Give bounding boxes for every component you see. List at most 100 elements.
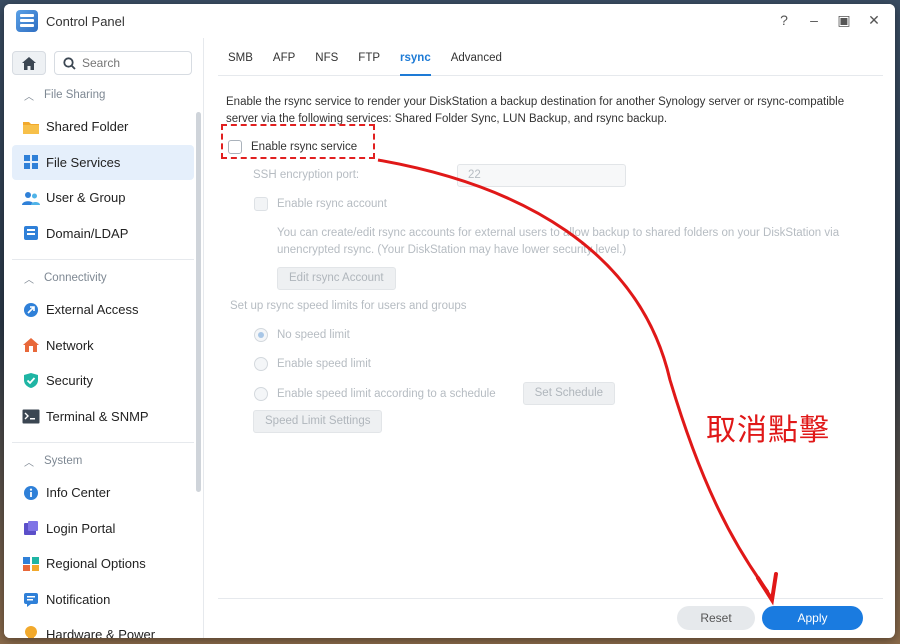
sidebar-item-label: Regional Options xyxy=(46,556,146,572)
close-icon[interactable]: ✕ xyxy=(867,12,881,28)
sidebar-item-label: External Access xyxy=(46,302,139,318)
group-connectivity[interactable]: ︿ Connectivity xyxy=(12,264,194,292)
sidebar-item-label: Domain/LDAP xyxy=(46,225,129,241)
chevron-up-icon: ︿ xyxy=(24,91,34,103)
set-schedule-button[interactable]: Set Schedule xyxy=(522,382,616,405)
sidebar-item-domain-ldap[interactable]: Domain/LDAP xyxy=(12,216,194,252)
shield-icon xyxy=(22,372,40,390)
apply-button[interactable]: Apply xyxy=(762,606,863,630)
schedule-speed-limit-label: Enable speed limit according to a schedu… xyxy=(277,387,496,400)
sidebar-item-user-group[interactable]: User & Group xyxy=(12,180,194,216)
sidebar-item-label: Network xyxy=(46,337,94,353)
sidebar-scrollbar[interactable] xyxy=(196,112,201,492)
sidebar-item-network[interactable]: Network xyxy=(12,328,194,364)
main-panel: SMB AFP NFS FTP rsync Advanced Enable th… xyxy=(218,38,883,598)
schedule-speed-limit-radio[interactable] xyxy=(254,386,268,401)
account-note: You can create/edit rsync accounts for e… xyxy=(277,227,840,256)
sidebar-item-terminal-snmp[interactable]: Terminal & SNMP xyxy=(12,399,194,435)
sidebar-item-external-access[interactable]: External Access xyxy=(12,292,194,328)
sidebar-item-notification[interactable]: Notification xyxy=(12,582,194,618)
speed-limit-settings-button[interactable]: Speed Limit Settings xyxy=(253,410,383,433)
sidebar-item-label: User & Group xyxy=(46,190,126,206)
group-label: System xyxy=(44,455,83,467)
group-system[interactable]: ︿ System xyxy=(12,447,194,475)
login-portal-icon xyxy=(22,519,40,537)
sidebar-item-label: Shared Folder xyxy=(46,119,129,135)
sidebar-item-label: Info Center xyxy=(46,485,111,501)
sidebar-item-security[interactable]: Security xyxy=(12,363,194,399)
sidebar-item-label: Hardware & Power xyxy=(46,627,156,638)
sidebar-item-hardware-power[interactable]: Hardware & Power xyxy=(12,617,194,638)
lightbulb-icon xyxy=(22,626,40,638)
chevron-up-icon: ︿ xyxy=(24,457,34,469)
enable-account-row[interactable]: Enable rsync account xyxy=(254,197,387,211)
tab-bar: SMB AFP NFS FTP rsync Advanced xyxy=(218,38,883,76)
tab-afp[interactable]: AFP xyxy=(263,38,305,76)
reset-button[interactable]: Reset xyxy=(677,606,755,630)
edit-account-row: Edit rsync Account xyxy=(277,267,396,290)
sidebar-nav: ︿ File Sharing Shared Folder File Service… xyxy=(12,81,194,638)
annotation-text: 取消點擊 xyxy=(706,413,830,448)
folder-icon xyxy=(22,118,40,136)
notification-icon xyxy=(22,590,40,608)
group-label: Connectivity xyxy=(44,272,107,284)
rsync-description: Enable the rsync service to render your … xyxy=(226,96,845,125)
footer: Reset Apply xyxy=(218,598,883,638)
no-speed-limit-radio[interactable] xyxy=(254,328,268,342)
divider xyxy=(12,259,194,260)
terminal-icon xyxy=(22,407,40,425)
ssh-port-input[interactable]: 22 xyxy=(457,164,626,187)
file-services-icon xyxy=(22,153,40,171)
chevron-up-icon: ︿ xyxy=(24,274,34,286)
sidebar: ︿ File Sharing Shared Folder File Service… xyxy=(4,38,204,638)
no-speed-limit-row[interactable]: No speed limit xyxy=(254,328,350,342)
edit-rsync-account-button[interactable]: Edit rsync Account xyxy=(277,267,396,290)
minimize-icon[interactable]: – xyxy=(807,12,821,28)
tab-ftp[interactable]: FTP xyxy=(348,38,390,76)
external-access-icon xyxy=(22,301,40,319)
home-button[interactable] xyxy=(12,51,46,75)
schedule-speed-limit-row[interactable]: Enable speed limit according to a schedu… xyxy=(254,382,616,405)
sidebar-item-shared-folder[interactable]: Shared Folder xyxy=(12,109,194,145)
tab-nfs[interactable]: NFS xyxy=(305,38,348,76)
home-icon xyxy=(22,56,36,70)
ssh-port-label: SSH encryption port: xyxy=(253,169,360,181)
maximize-icon[interactable]: ▣ xyxy=(837,12,851,28)
sidebar-item-regional-options[interactable]: Regional Options xyxy=(12,546,194,582)
group-file-sharing[interactable]: ︿ File Sharing xyxy=(12,81,194,109)
sidebar-item-label: Terminal & SNMP xyxy=(46,408,149,424)
group-label: File Sharing xyxy=(44,89,106,101)
help-icon[interactable]: ? xyxy=(777,12,791,28)
domain-icon xyxy=(22,224,40,242)
tab-advanced[interactable]: Advanced xyxy=(441,38,512,76)
users-icon xyxy=(22,189,40,207)
enable-speed-limit-radio[interactable] xyxy=(254,357,268,371)
network-icon xyxy=(22,336,40,354)
sidebar-item-login-portal[interactable]: Login Portal xyxy=(12,511,194,547)
regional-options-icon xyxy=(22,555,40,573)
control-panel-window: Control Panel ? – ▣ ✕ ︿ File Sharing Shar… xyxy=(4,4,895,638)
sidebar-item-label: Security xyxy=(46,373,93,389)
sidebar-item-label: File Services xyxy=(46,154,121,170)
tab-smb[interactable]: SMB xyxy=(218,38,263,76)
enable-speed-limit-row[interactable]: Enable speed limit xyxy=(254,357,371,371)
window-controls: ? – ▣ ✕ xyxy=(777,12,881,28)
search-input[interactable] xyxy=(82,56,182,70)
divider xyxy=(12,442,194,443)
search-box[interactable] xyxy=(54,51,192,75)
search-icon xyxy=(63,56,76,70)
speed-settings-row: Speed Limit Settings xyxy=(253,410,383,433)
enable-account-label: Enable rsync account xyxy=(277,198,387,210)
tab-rsync[interactable]: rsync xyxy=(390,38,441,76)
sidebar-item-file-services[interactable]: File Services xyxy=(12,144,194,180)
no-speed-limit-label: No speed limit xyxy=(277,329,350,341)
sidebar-item-label: Login Portal xyxy=(46,520,116,536)
info-icon xyxy=(22,484,40,502)
speed-heading: Set up rsync speed limits for users and … xyxy=(230,300,467,312)
enable-account-checkbox[interactable] xyxy=(254,197,268,211)
window-title: Control Panel xyxy=(46,13,125,29)
sidebar-item-label: Notification xyxy=(46,591,111,607)
titlebar: Control Panel ? – ▣ ✕ xyxy=(4,4,895,38)
highlight-dashed-box xyxy=(221,124,375,159)
sidebar-item-info-center[interactable]: Info Center xyxy=(12,475,194,511)
